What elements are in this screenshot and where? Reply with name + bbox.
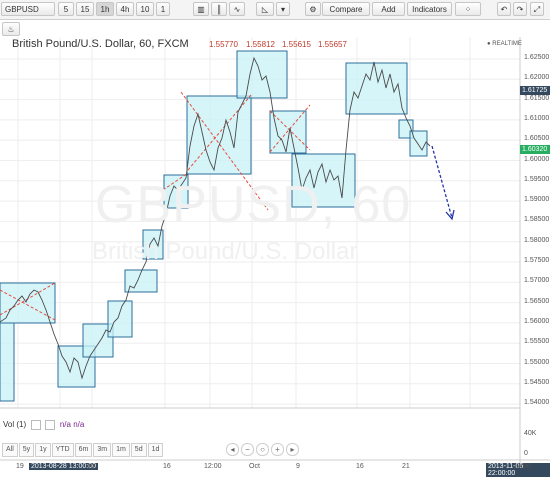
time-axis-label: 21 (402, 463, 410, 470)
realtime-badge: ● REALTIME (487, 41, 522, 47)
price-tag: 1.61725 (520, 86, 550, 95)
box (0, 322, 15, 402)
dropdown-icon[interactable]: ▾ (276, 2, 290, 16)
time-axis-label: 12:00 (204, 463, 222, 470)
add-button[interactable]: Add (372, 2, 405, 16)
ohlc-low: 1.55615 (282, 40, 311, 49)
price-axis-label: 1.61000 (524, 114, 550, 122)
box (107, 300, 133, 338)
candles-icon[interactable]: ▥ (193, 2, 209, 16)
symbol-watermark: GBPUSD, 60 (95, 176, 412, 234)
ohlc-close: 1.55657 (318, 40, 347, 49)
volume-axis-0: 0 (524, 450, 528, 457)
volume-value-1: n/a (59, 420, 71, 430)
interval-1[interactable]: 1 (156, 2, 170, 16)
time-axis-label: 19 (16, 463, 24, 470)
price-axis-label: 1.58500 (524, 216, 550, 224)
volume-legend: Vol (1) n/a n/a (3, 420, 84, 430)
range-button[interactable]: 6m (74, 443, 93, 457)
range-button[interactable]: 5y (18, 443, 35, 457)
range-button[interactable]: 1d (147, 443, 164, 457)
interval-4h[interactable]: 4h (116, 2, 134, 16)
price-axis-label: 1.62000 (524, 74, 550, 82)
price-axis-label: 1.60000 (524, 155, 550, 163)
time-axis-label: ep (87, 463, 95, 470)
ohlc-high: 1.55812 (246, 40, 275, 49)
interval-10[interactable]: 10 (136, 2, 154, 16)
bars-icon[interactable]: ║ (211, 2, 227, 16)
range-button[interactable]: YTD (51, 443, 74, 457)
time-axis-label: Oct (249, 463, 260, 470)
price-axis-label: 1.59500 (524, 175, 550, 183)
area-icon[interactable]: ◺ (256, 2, 274, 16)
volume-settings-icon[interactable] (31, 420, 42, 430)
lightbulb-icon[interactable]: ♨ (2, 22, 20, 36)
box (236, 50, 288, 99)
chart-navigation: ◂ − ○ + ▸ (226, 443, 301, 456)
price-axis-label: 1.55500 (524, 338, 550, 346)
range-buttons: All 5y 1y YTD 6m 3m 1m 5d 1d (2, 443, 164, 457)
time-axis-label: 16 (356, 463, 364, 470)
line-icon[interactable]: ∿ (229, 2, 245, 16)
price-axis-label: 1.56500 (524, 297, 550, 305)
drawing-tools-icon[interactable]: ⁘ (455, 2, 481, 16)
time-axis-label: 16 (163, 463, 171, 470)
volume-label: Vol (1) (3, 420, 27, 430)
current-price-tag: 1.60320 (520, 145, 550, 154)
price-axis-label: 1.54000 (524, 399, 550, 407)
price-axis-label: 1.59000 (524, 196, 550, 204)
volume-axis-40k: 40K (524, 430, 537, 437)
fullscreen-icon[interactable]: ⤢ (530, 2, 544, 16)
settings-icon[interactable]: ⚙ (305, 2, 321, 16)
price-axis-label: 1.55000 (524, 358, 550, 366)
name-watermark: British Pound/U.S. Dollar (92, 238, 358, 265)
realtime-label: REALTIME (492, 41, 522, 47)
range-button[interactable]: 5d (130, 443, 147, 457)
range-button[interactable]: 3m (93, 443, 112, 457)
range-button[interactable]: 1y (35, 443, 51, 457)
price-axis-label: 1.56000 (524, 317, 550, 325)
volume-close-icon[interactable] (44, 420, 55, 430)
price-axis-label: 1.57000 (524, 277, 550, 285)
interval-5[interactable]: 5 (58, 2, 74, 16)
box (0, 282, 56, 324)
box (345, 62, 408, 115)
scroll-left-icon[interactable]: ◂ (226, 443, 239, 456)
redo-icon[interactable]: ↷ (513, 2, 527, 16)
indicators-button[interactable]: Indicators (407, 2, 452, 16)
range-button[interactable]: 1m (112, 443, 130, 457)
price-axis-label: 1.60500 (524, 135, 550, 143)
interval-15[interactable]: 15 (76, 2, 94, 16)
price-axis-label: 1.62500 (524, 54, 550, 61)
box (186, 95, 252, 175)
time-axis-label: 12:00 (513, 463, 531, 470)
reset-icon[interactable]: ○ (256, 443, 269, 456)
time-axis-label: 9 (296, 463, 300, 470)
range-button[interactable]: All (2, 443, 18, 457)
price-axis-label: 1.54500 (524, 378, 550, 386)
secondary-toolbar: ♨ (0, 20, 550, 37)
chart-title: British Pound/U.S. Dollar, 60, FXCM (12, 38, 189, 50)
price-axis-label: 1.57500 (524, 257, 550, 264)
ohlc-open: 1.55770 (209, 40, 238, 49)
price-axis-label: 1.61500 (524, 94, 550, 102)
scroll-right-icon[interactable]: ▸ (286, 443, 299, 456)
undo-icon[interactable]: ↶ (497, 2, 511, 16)
zoom-in-icon[interactable]: + (271, 443, 284, 456)
price-axis-label: 1.58000 (524, 236, 550, 244)
compare-button[interactable]: Compare (322, 2, 370, 16)
zoom-out-icon[interactable]: − (241, 443, 254, 456)
interval-1h[interactable]: 1h (96, 2, 114, 16)
top-toolbar: GBPUSD 5 15 1h 4h 10 1 ▥ ║ ∿ ◺ ▾ ⚙ Compa… (0, 0, 550, 20)
volume-value-2: n/a (73, 420, 85, 430)
box (269, 110, 307, 154)
symbol-input[interactable]: GBPUSD (1, 2, 55, 16)
